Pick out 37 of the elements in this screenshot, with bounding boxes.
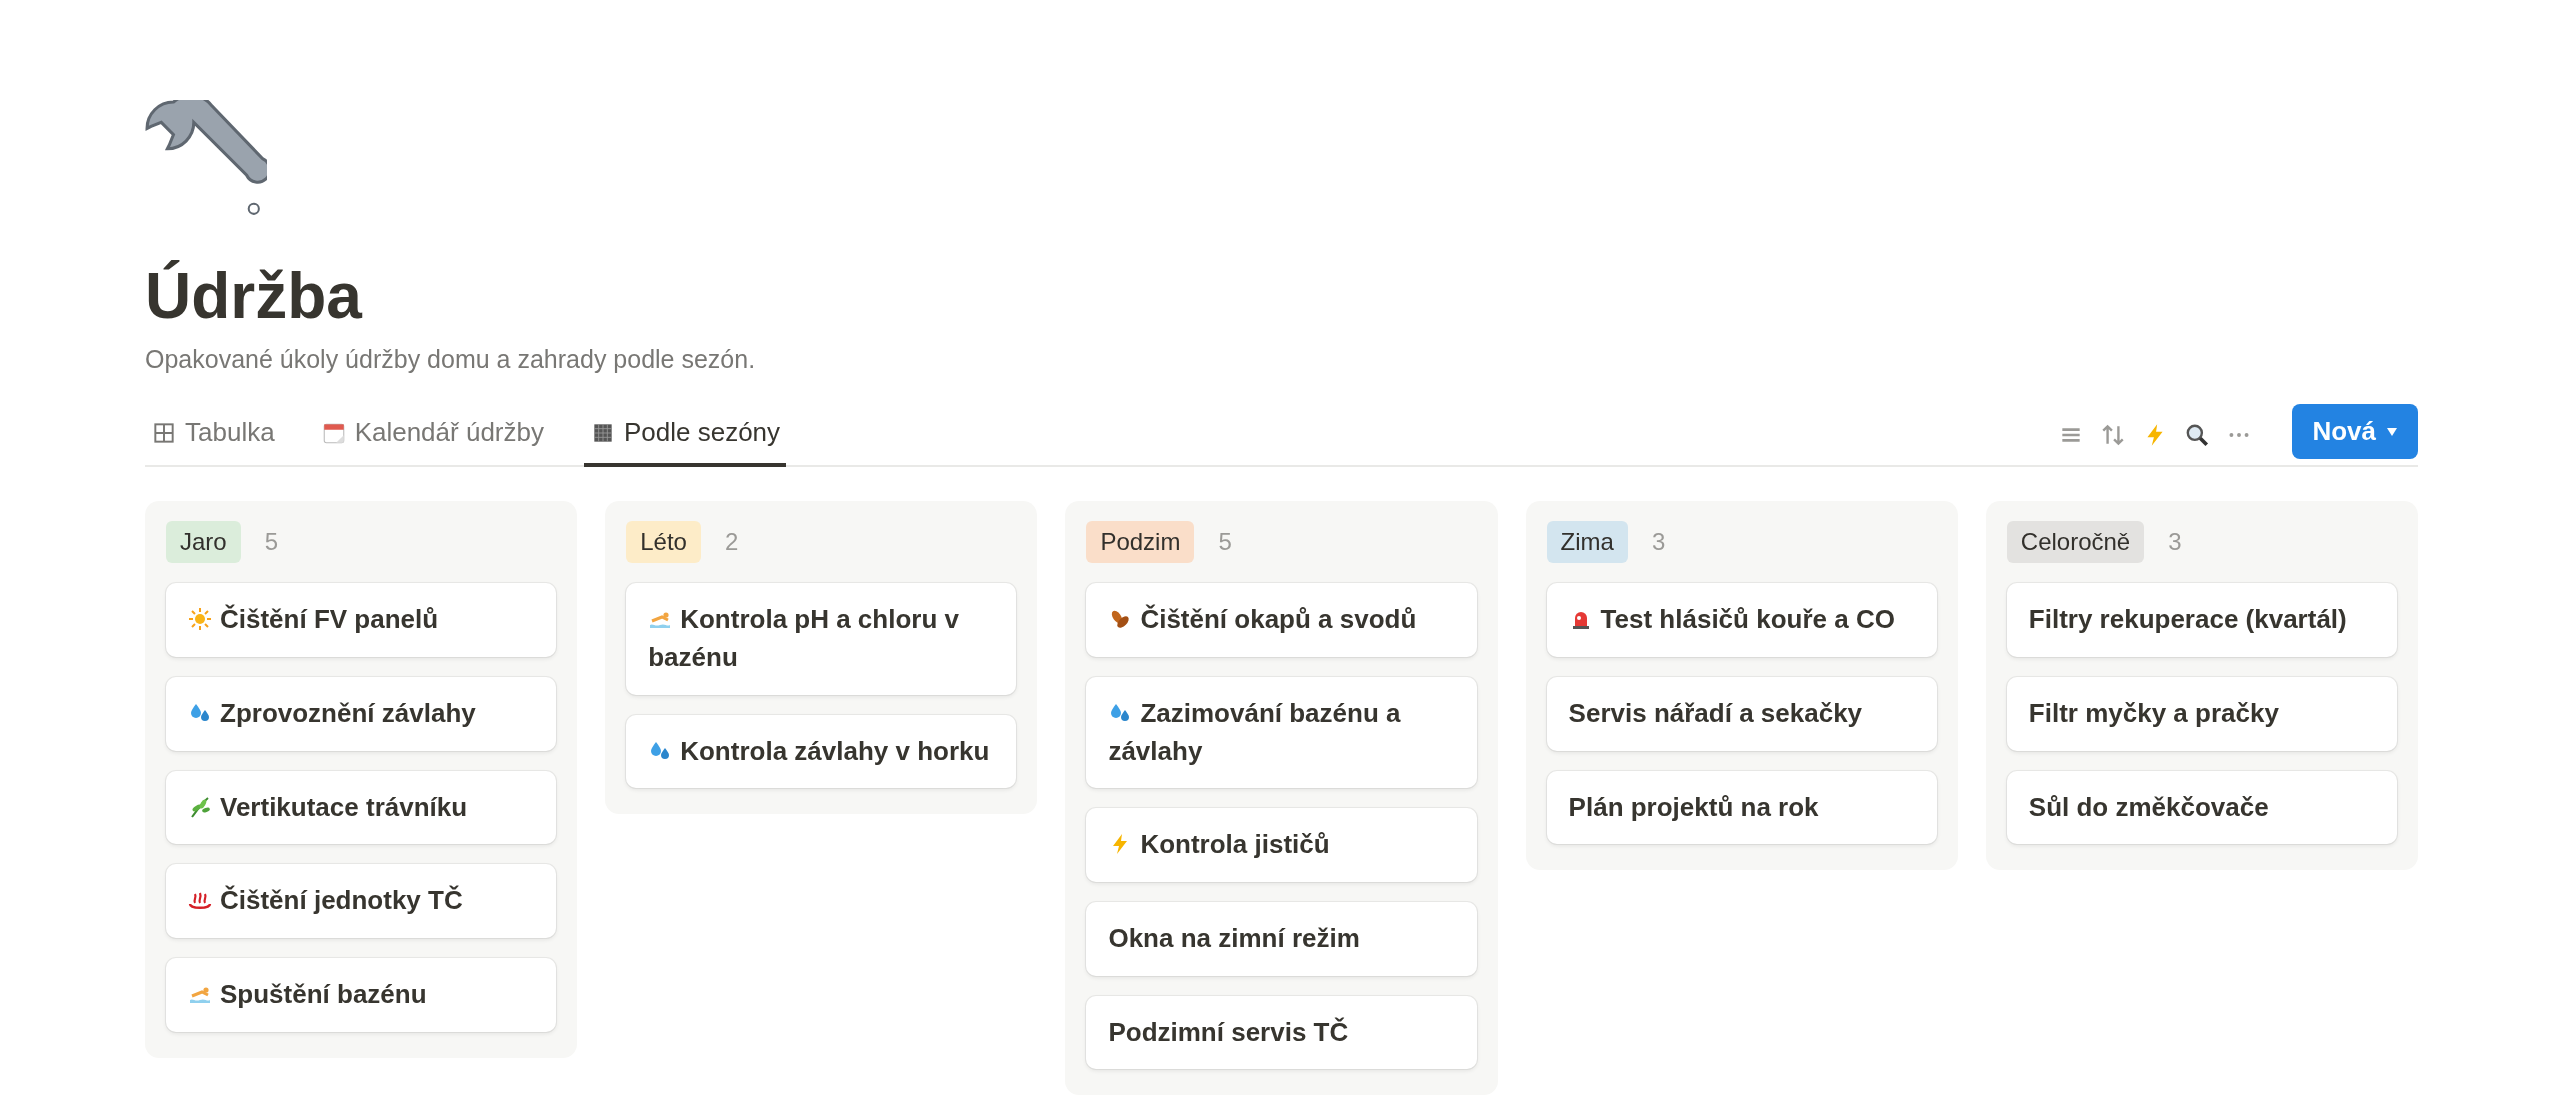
item-count: 3 bbox=[1651, 527, 1666, 558]
view-tab[interactable]: Kalendář údržby bbox=[314, 412, 550, 468]
task-card[interactable]: Kontrola jističů bbox=[1086, 808, 1477, 883]
view-tab[interactable]: Tabulka bbox=[145, 412, 281, 468]
group-tag[interactable]: Podzim bbox=[1086, 521, 1195, 564]
new-button[interactable]: Nová bbox=[2292, 404, 2418, 460]
herb-icon bbox=[188, 794, 212, 819]
group-tag[interactable]: Jaro bbox=[166, 521, 241, 564]
group-tag[interactable]: Zima bbox=[1546, 521, 1628, 564]
item-count: 2 bbox=[724, 527, 739, 558]
task-card[interactable]: Podzimní servis TČ bbox=[1086, 995, 1477, 1070]
page-description: Opakované úkoly údržby domu a zahrady podle sezón. bbox=[145, 343, 757, 375]
task-card[interactable]: Filtry rekuperace (kvartál) bbox=[2006, 583, 2397, 657]
page-title: Údržba bbox=[145, 259, 364, 334]
task-card[interactable]: Čištění okapů a svodů bbox=[1086, 583, 1477, 657]
task-card[interactable]: Test hlásičů kouře a CO bbox=[1546, 583, 1937, 657]
view-tab[interactable]: Podle sezóny bbox=[583, 412, 787, 468]
task-card[interactable]: Plán projektů na rok bbox=[1546, 770, 1937, 845]
task-card[interactable]: Kontrola závlahy v horku bbox=[626, 714, 1017, 789]
task-card[interactable]: Okna na zimní režim bbox=[1086, 902, 1477, 976]
task-card[interactable]: Zprovoznění závlahy bbox=[166, 677, 557, 751]
sun-icon bbox=[188, 607, 212, 632]
task-card[interactable]: Servis nářadí a sekačky bbox=[1546, 677, 1937, 751]
task-card[interactable]: Čištění FV panelů bbox=[166, 583, 557, 657]
caret-icon bbox=[2386, 426, 2398, 437]
task-card[interactable]: Filtr myčky a pračky bbox=[2006, 677, 2397, 751]
item-count: 3 bbox=[2168, 527, 2182, 558]
task-card[interactable]: Vertikutace trávníku bbox=[166, 770, 557, 845]
task-card[interactable]: Kontrola pH a chloru v bazénu bbox=[626, 583, 1017, 695]
group-tag[interactable]: Celoročně bbox=[2006, 521, 2145, 564]
group-tag[interactable]: Léto bbox=[626, 521, 701, 564]
task-card[interactable]: Spuštění bazénu bbox=[166, 958, 557, 1032]
task-card[interactable]: Zazimování bazénu a závlahy bbox=[1086, 677, 1477, 789]
item-count: 5 bbox=[264, 527, 279, 558]
item-count: 5 bbox=[1218, 527, 1232, 558]
task-card[interactable]: Čištění jednotky TČ bbox=[166, 864, 557, 939]
task-card[interactable]: Sůl do změkčovače bbox=[2006, 770, 2397, 845]
